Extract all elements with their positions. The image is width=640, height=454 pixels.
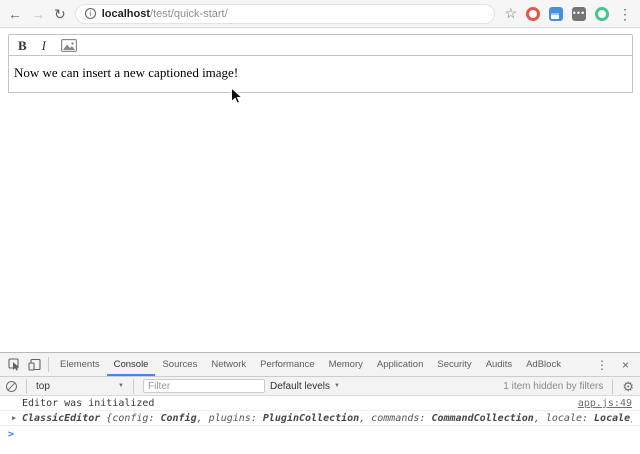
tab-application[interactable]: Application: [370, 353, 430, 376]
url-path: /test/quick-start/: [150, 8, 228, 20]
extension-icon-green[interactable]: [595, 7, 609, 21]
insert-image-button[interactable]: [61, 39, 77, 52]
extension-icon-blue[interactable]: [549, 7, 563, 21]
console-log-row: Editor was initialized app.js:49: [0, 396, 640, 411]
editor-toolbar: B I: [8, 34, 633, 56]
source-link[interactable]: app.js:49: [578, 398, 632, 409]
tab-adblock[interactable]: AdBlock: [519, 353, 568, 376]
bold-button[interactable]: B: [18, 39, 27, 52]
divider: [26, 379, 27, 394]
console-filter-input[interactable]: [143, 379, 265, 393]
object-preview[interactable]: ClassicEditor {config: Config, plugins: …: [22, 413, 632, 424]
address-bar[interactable]: i localhost/test/quick-start/: [75, 4, 496, 24]
clear-console-icon[interactable]: [6, 381, 17, 392]
inspect-element-icon[interactable]: [4, 355, 24, 375]
context-label: top: [36, 381, 50, 392]
console-messages: Editor was initialized app.js:49 ▶ Class…: [0, 396, 640, 443]
extension-icon-gray[interactable]: •••: [572, 7, 586, 21]
hidden-items-info: 1 item hidden by filters: [503, 381, 603, 392]
levels-label: Default levels: [270, 381, 330, 392]
log-message: Editor was initialized: [22, 398, 578, 409]
reload-icon[interactable]: ↻: [54, 7, 66, 21]
console-settings-gear-icon[interactable]: ⚙: [622, 380, 634, 393]
devtools-panel: Elements Console Sources Network Perform…: [0, 352, 640, 454]
tab-audits[interactable]: Audits: [479, 353, 519, 376]
divider: [612, 379, 613, 394]
tab-security[interactable]: Security: [430, 353, 478, 376]
console-toolbar: top ▼ Default levels ▼ 1 item hidden by …: [0, 377, 640, 396]
bookmark-star-icon[interactable]: ☆: [504, 5, 517, 22]
chevron-down-icon: ▼: [334, 383, 340, 389]
page-info-icon[interactable]: i: [85, 8, 96, 19]
console-prompt[interactable]: >: [0, 426, 640, 443]
divider: [48, 357, 49, 372]
tab-memory[interactable]: Memory: [322, 353, 370, 376]
devtools-close-icon[interactable]: ×: [615, 358, 636, 372]
chevron-down-icon: ▼: [118, 383, 124, 389]
divider: [133, 379, 134, 394]
device-toolbar-icon[interactable]: [24, 355, 44, 375]
tab-elements[interactable]: Elements: [53, 353, 107, 376]
execution-context-select[interactable]: top ▼: [36, 381, 124, 392]
extension-icon-red[interactable]: [526, 7, 540, 21]
console-object-row: ▶ ClassicEditor {config: Config, plugins…: [0, 411, 640, 426]
devtools-tabbar: Elements Console Sources Network Perform…: [0, 353, 640, 377]
mouse-cursor: [230, 87, 243, 105]
browser-menu-icon[interactable]: ⋮: [618, 7, 632, 21]
devtools-menu-icon[interactable]: ⋮: [589, 358, 615, 372]
italic-button[interactable]: I: [42, 39, 46, 52]
back-icon[interactable]: ←: [8, 7, 22, 21]
browser-toolbar: ← → ↻ i localhost/test/quick-start/ ☆ ••…: [0, 0, 640, 28]
prompt-chevron-icon: >: [8, 429, 14, 440]
rich-text-editor: B I Now we can insert a new captioned im…: [8, 34, 633, 93]
log-levels-select[interactable]: Default levels ▼: [270, 381, 340, 392]
tab-performance[interactable]: Performance: [253, 353, 321, 376]
expand-arrow-icon[interactable]: ▶: [12, 414, 16, 422]
url-host: localhost: [102, 8, 150, 20]
editor-paragraph: Now we can insert a new captioned image!: [14, 65, 238, 80]
url-text: localhost/test/quick-start/: [102, 8, 228, 20]
tab-console[interactable]: Console: [107, 353, 156, 376]
editor-content[interactable]: Now we can insert a new captioned image!: [8, 56, 633, 93]
tab-network[interactable]: Network: [204, 353, 253, 376]
forward-icon[interactable]: →: [31, 7, 45, 21]
tab-sources[interactable]: Sources: [155, 353, 204, 376]
image-icon: [61, 39, 77, 52]
